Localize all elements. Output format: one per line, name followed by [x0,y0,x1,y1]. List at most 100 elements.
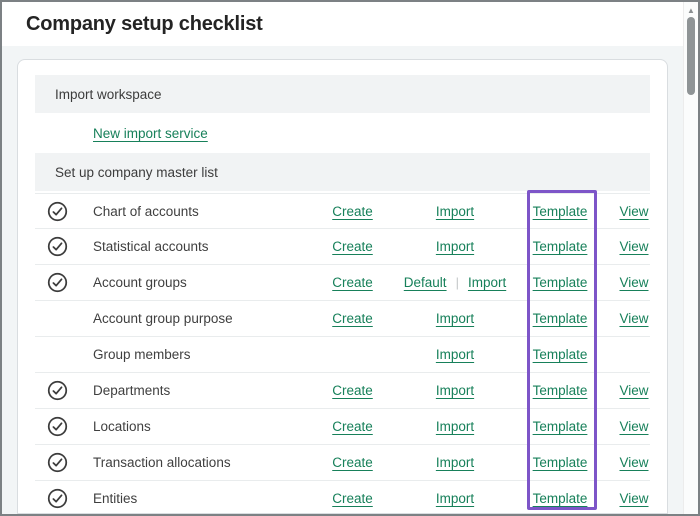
view-cell: View [600,204,668,219]
row-status-cell [35,380,93,401]
create-cell: Create [315,275,390,290]
template-link[interactable]: Template [533,275,588,290]
template-link[interactable]: Template [533,239,588,254]
template-link[interactable]: Template [533,311,588,326]
view-link[interactable]: View [619,204,648,219]
import-link[interactable]: Import [436,383,474,398]
page-body: Import workspace New import service Set … [2,46,698,514]
template-link[interactable]: Template [533,419,588,434]
view-link[interactable]: View [619,419,648,434]
import-cell: Import [390,383,520,398]
checklist-row: Chart of accounts Create Import Template… [35,193,650,229]
completed-check-icon [47,272,68,293]
view-cell: View [600,275,668,290]
checklist-row: Entities Create Import Template View [35,481,650,514]
import-cell: Import [390,239,520,254]
view-link[interactable]: View [619,275,648,290]
checklist-panel: Import workspace New import service Set … [17,59,668,514]
section-header-label: Set up company master list [55,165,218,180]
row-status-cell [35,452,93,473]
create-link[interactable]: Create [332,239,373,254]
view-cell: View [600,455,668,470]
create-link[interactable]: Create [332,491,373,506]
import-link[interactable]: Import [436,455,474,470]
row-label: Departments [93,383,315,398]
import-cell: Import [390,491,520,506]
template-cell: Template [520,491,600,506]
create-link[interactable]: Create [332,419,373,434]
create-cell: Create [315,204,390,219]
template-cell: Template [520,311,600,326]
import-link[interactable]: Import [436,419,474,434]
row-status-cell [35,488,93,509]
view-link[interactable]: View [619,455,648,470]
template-link[interactable]: Template [533,347,588,362]
create-cell: Create [315,383,390,398]
template-link[interactable]: Template [533,383,588,398]
import-link[interactable]: Import [468,275,506,290]
completed-check-icon [47,380,68,401]
default-link[interactable]: Default [404,275,447,290]
view-link[interactable]: View [619,491,648,506]
row-status-cell [35,272,93,293]
completed-check-icon [47,452,68,473]
import-link[interactable]: Import [436,311,474,326]
checklist-rows: Chart of accounts Create Import Template… [35,193,650,514]
view-link[interactable]: View [619,239,648,254]
scrollbar-thumb[interactable] [687,17,695,95]
title-bar: Company setup checklist [2,2,698,46]
completed-check-icon [47,236,68,257]
template-cell: Template [520,455,600,470]
import-link[interactable]: Import [436,347,474,362]
template-cell: Template [520,275,600,290]
import-link[interactable]: Import [436,204,474,219]
view-cell: View [600,491,668,506]
link-separator: | [456,275,459,290]
row-status-cell [35,236,93,257]
row-label: Account groups [93,275,315,290]
checklist-row: Account group purpose Create Import Temp… [35,301,650,337]
view-cell: View [600,311,668,326]
row-status-cell [35,344,93,365]
section-header-import-workspace: Import workspace [35,75,650,113]
row-label: Transaction allocations [93,455,315,470]
view-cell: View [600,239,668,254]
completed-check-icon [47,201,68,222]
row-status-cell [35,201,93,222]
company-setup-checklist-window: Company setup checklist Import workspace… [0,0,700,516]
page-title: Company setup checklist [26,13,263,36]
section-header-master-list: Set up company master list [35,153,650,191]
template-link[interactable]: Template [533,455,588,470]
create-cell: Create [315,455,390,470]
scrollbar-up-arrow-icon[interactable]: ▲ [684,2,698,15]
create-cell: Create [315,419,390,434]
view-link[interactable]: View [619,311,648,326]
template-cell: Template [520,204,600,219]
create-link[interactable]: Create [332,275,373,290]
row-status-cell [35,308,93,329]
template-cell: Template [520,419,600,434]
import-cell: Import [390,204,520,219]
completed-check-icon [47,416,68,437]
view-link[interactable]: View [619,383,648,398]
import-cell: Import [390,311,520,326]
row-label: Statistical accounts [93,239,315,254]
create-link[interactable]: Create [332,311,373,326]
create-link[interactable]: Create [332,204,373,219]
create-cell: Create [315,491,390,506]
template-cell: Template [520,383,600,398]
import-link[interactable]: Import [436,491,474,506]
view-cell: View [600,419,668,434]
row-label: Group members [93,347,315,362]
import-cell: Default | Import [390,275,520,290]
template-link[interactable]: Template [533,204,588,219]
import-link[interactable]: Import [436,239,474,254]
template-link[interactable]: Template [533,491,588,506]
create-cell: Create [315,311,390,326]
new-import-service-link[interactable]: New import service [93,126,208,141]
vertical-scrollbar[interactable]: ▲ [683,2,698,514]
checklist-row: Transaction allocations Create Import Te… [35,445,650,481]
create-link[interactable]: Create [332,383,373,398]
create-cell: Create [315,239,390,254]
create-link[interactable]: Create [332,455,373,470]
